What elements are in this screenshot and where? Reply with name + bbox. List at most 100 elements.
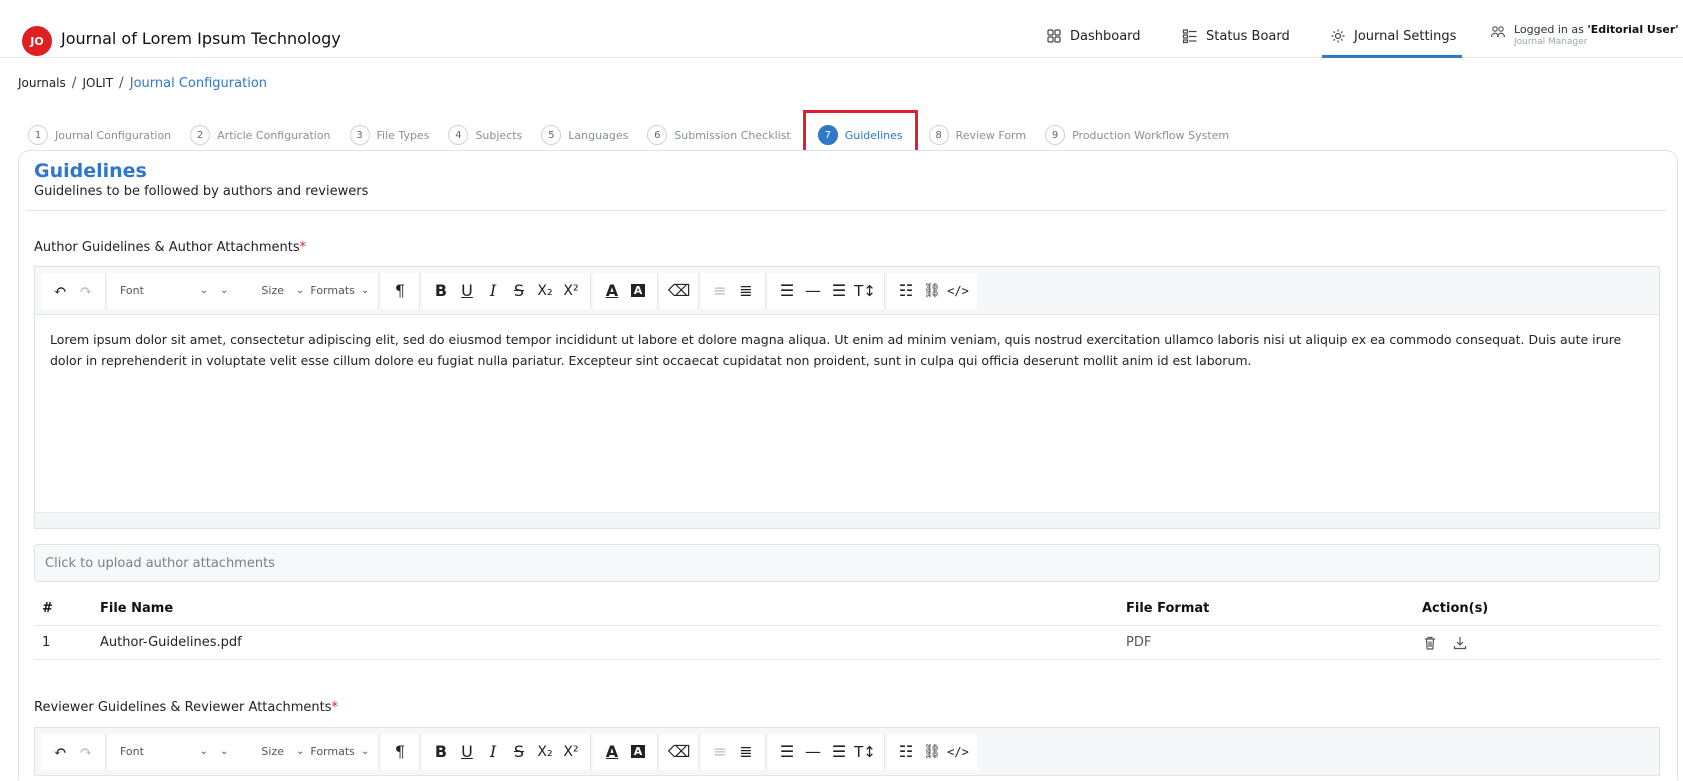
superscript-icon[interactable]: X² — [558, 738, 584, 766]
history-group: ↶ ↷ — [41, 272, 106, 309]
download-icon[interactable] — [1452, 635, 1468, 651]
unlink-icon[interactable]: ⛓ — [919, 277, 945, 305]
paragraph-icon[interactable]: ¶ — [387, 738, 413, 766]
eraser-icon[interactable]: ⌫ — [666, 277, 692, 305]
size-select-label: Size — [261, 745, 284, 758]
chevron-down-icon: ⌄ — [296, 285, 305, 296]
user-menu[interactable]: Logged in as 'Editorial User' Journal Ma… — [1490, 23, 1679, 47]
subscript-icon[interactable]: X₂ — [532, 738, 558, 766]
reviewer-guidelines-editor: ↶ ↷ Font ⌄ ⌄ Size ⌄ Formats ⌄ ¶ B U I S X₂ X… — [34, 727, 1660, 776]
col-file-format-header: File Format — [1126, 601, 1210, 616]
user-name: 'Editorial User' — [1587, 23, 1679, 36]
step-journal-configuration[interactable]: 1 Journal Configuration — [28, 119, 171, 151]
paragraph-icon[interactable]: ¶ — [387, 277, 413, 305]
line-height-icon[interactable]: T↕ — [852, 738, 878, 766]
italic-icon[interactable]: I — [480, 738, 506, 766]
step-file-types[interactable]: 3 File Types — [349, 119, 429, 151]
chevron-down-icon: ⌄ — [199, 746, 208, 757]
paragraph-group: ¶ — [381, 733, 420, 770]
step-number: 5 — [541, 125, 562, 145]
numbered-list-icon[interactable]: ☰ — [826, 277, 852, 305]
nav-dashboard[interactable]: Dashboard — [1046, 28, 1141, 44]
table-icon[interactable]: ☷ — [893, 277, 919, 305]
font-color-icon[interactable]: A — [599, 277, 625, 305]
code-view-icon[interactable]: </> — [945, 738, 971, 766]
author-guidelines-label-text: Author Guidelines & Author Attachments — [34, 240, 300, 255]
indent-icon[interactable]: ≣ — [733, 738, 759, 766]
undo-icon[interactable]: ↶ — [47, 277, 73, 305]
align-icon[interactable]: ☰ — [774, 738, 800, 766]
background-color-icon[interactable]: A — [625, 738, 651, 766]
line-height-icon[interactable]: T↕ — [852, 277, 878, 305]
superscript-icon[interactable]: X² — [558, 277, 584, 305]
bold-icon[interactable]: B — [428, 738, 454, 766]
chevron-down-icon: ⌄ — [296, 746, 305, 757]
underline-icon[interactable]: U — [454, 738, 480, 766]
font-select[interactable]: Font ⌄ — [114, 738, 214, 766]
background-color-glyph: A — [630, 284, 646, 297]
board-icon — [1182, 29, 1197, 44]
user-info: Logged in as 'Editorial User' Journal Ma… — [1514, 23, 1679, 47]
italic-icon[interactable]: I — [480, 277, 506, 305]
background-color-icon[interactable]: A — [625, 277, 651, 305]
redo-icon[interactable]: ↷ — [73, 738, 99, 766]
active-nav-indicator — [1322, 55, 1462, 58]
undo-icon[interactable]: ↶ — [47, 738, 73, 766]
nav-status-board[interactable]: Status Board — [1182, 28, 1290, 44]
app-title[interactable]: Journal of Lorem Ipsum Technology — [61, 29, 341, 48]
logged-in-text: Logged in as 'Editorial User' — [1514, 23, 1679, 37]
bold-icon[interactable]: B — [428, 277, 454, 305]
step-subjects[interactable]: 4 Subjects — [448, 119, 522, 151]
horizontal-rule-icon[interactable]: — — [800, 738, 826, 766]
eraser-group: ⌫ — [660, 272, 699, 309]
gear-icon — [1331, 29, 1345, 43]
author-guidelines-editor: ↶ ↷ Font ⌄ ⌄ Size ⌄ Formats ⌄ ¶ B U I S X₂ X… — [34, 266, 1660, 529]
nav-dashboard-label: Dashboard — [1070, 28, 1141, 44]
trash-icon[interactable] — [1422, 635, 1438, 651]
breadcrumb-current: Journal Configuration — [129, 75, 268, 91]
align-icon[interactable]: ☰ — [774, 277, 800, 305]
code-view-icon[interactable]: </> — [945, 277, 971, 305]
step-languages[interactable]: 5 Languages — [541, 119, 628, 151]
eraser-icon[interactable]: ⌫ — [666, 738, 692, 766]
block-group: ☰ — ☰ T↕ — [768, 733, 885, 770]
step-label: Subjects — [475, 128, 523, 142]
underline-icon[interactable]: U — [454, 277, 480, 305]
font-color-icon[interactable]: A — [599, 738, 625, 766]
strikethrough-icon[interactable]: S — [506, 738, 532, 766]
author-attachments-upload[interactable]: Click to upload author attachments — [34, 544, 1660, 582]
indent-group: ≡ ≣ — [701, 733, 766, 770]
nav-journal-settings[interactable]: Journal Settings — [1330, 28, 1456, 44]
subscript-icon[interactable]: X₂ — [532, 277, 558, 305]
table-icon[interactable]: ☷ — [893, 738, 919, 766]
breadcrumb-journals[interactable]: Journals — [18, 76, 66, 90]
author-guidelines-content[interactable]: Lorem ipsum dolor sit amet, consectetur … — [35, 315, 1659, 512]
redo-icon[interactable]: ↷ — [73, 277, 99, 305]
formats-select[interactable]: ⌄ Formats ⌄ — [290, 277, 372, 305]
size-select[interactable]: ⌄ Size — [214, 277, 290, 305]
step-number: 3 — [349, 125, 370, 145]
step-label: Languages — [568, 128, 629, 142]
step-review-form[interactable]: 8 Review Form — [928, 119, 1027, 151]
journal-logo[interactable]: JO — [22, 26, 52, 56]
chevron-down-icon: ⌄ — [360, 285, 370, 296]
font-select[interactable]: Font ⌄ — [114, 277, 214, 305]
breadcrumb-jolit[interactable]: JOLIT — [82, 76, 113, 90]
numbered-list-icon[interactable]: ☰ — [826, 738, 852, 766]
step-label: Review Form — [955, 128, 1027, 142]
strikethrough-icon[interactable]: S — [506, 277, 532, 305]
step-number: 6 — [647, 125, 668, 145]
step-production-workflow-system[interactable]: 9 Production Workflow System — [1045, 119, 1229, 151]
indent-icon[interactable]: ≣ — [733, 277, 759, 305]
size-select[interactable]: ⌄ Size — [214, 738, 290, 766]
table-row: 1 Author-Guidelines.pdf PDF — [34, 626, 1660, 660]
outdent-icon[interactable]: ≡ — [707, 738, 733, 766]
outdent-icon[interactable]: ≡ — [707, 277, 733, 305]
unlink-icon[interactable]: ⛓ — [919, 738, 945, 766]
indent-group: ≡ ≣ — [701, 272, 766, 309]
step-label: Production Workflow System — [1072, 128, 1230, 142]
formats-select[interactable]: ⌄ Formats ⌄ — [290, 738, 372, 766]
step-submission-checklist[interactable]: 6 Submission Checklist — [647, 119, 791, 151]
step-article-configuration[interactable]: 2 Article Configuration — [190, 119, 331, 151]
horizontal-rule-icon[interactable]: — — [800, 277, 826, 305]
